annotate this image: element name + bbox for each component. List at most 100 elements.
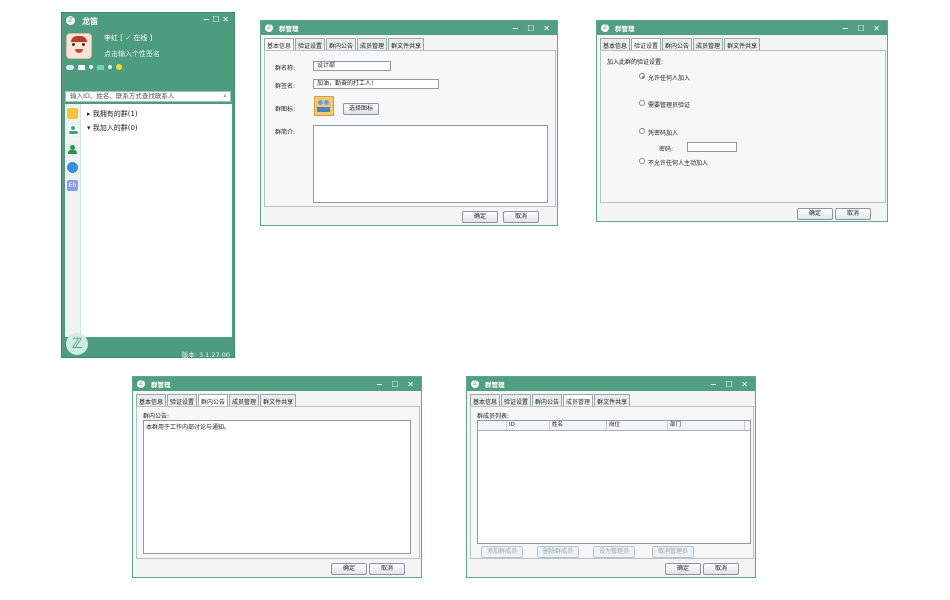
- app-logo-icon: ℤ: [66, 16, 75, 25]
- col-header-select[interactable]: [478, 421, 507, 430]
- password-input[interactable]: [687, 142, 737, 152]
- radio-label-allow-anyone[interactable]: 允许任何人加入: [648, 73, 690, 82]
- cancel-button[interactable]: 取消: [835, 208, 871, 220]
- search-icon[interactable]: ⌕: [223, 92, 227, 101]
- group-manage-dialog-notice: ℤ 群管理 − ☐ ✕ 基本信息 验证设置 群内公告 成员管理 群文件共享 群内…: [132, 376, 422, 578]
- ok-button[interactable]: 确定: [797, 208, 833, 220]
- group-tree-label[interactable]: 我加入的群(0): [93, 124, 138, 132]
- group-intro-label: 群简介:: [275, 129, 296, 136]
- chart-icon[interactable]: [97, 64, 104, 70]
- window-controls[interactable]: − ☐ ✕: [203, 15, 229, 24]
- member-list-heading: 群成员列表:: [477, 413, 510, 420]
- member-table[interactable]: ID 姓名 岗位 部门: [477, 420, 751, 544]
- history-icon[interactable]: [67, 162, 78, 173]
- cancel-button[interactable]: 取消: [703, 563, 739, 575]
- verify-heading: 加入此群的验证设置:: [607, 59, 664, 66]
- col-header-department[interactable]: 部门: [668, 421, 745, 430]
- location-icon[interactable]: [116, 64, 122, 70]
- notice-heading: 群内公告:: [143, 413, 170, 420]
- group-name-label: 群名称:: [275, 65, 296, 72]
- cancel-button[interactable]: 取消: [503, 211, 539, 223]
- main-client-window: ℤ 龙笛 − ☐ ✕ 李红 [ ✓ 在线 ] 点击输入个性签名 输入ID、姓名、…: [61, 12, 235, 359]
- dialog-titlebar: ℤ 群管理 − ☐ ✕: [597, 21, 887, 35]
- group-name-input[interactable]: 设计部: [313, 61, 391, 71]
- app-logo-icon: ℤ: [265, 24, 273, 32]
- revoke-admin-button[interactable]: 取消管理员: [652, 546, 694, 558]
- dialog-titlebar: ℤ 群管理 − ☐ ✕: [133, 377, 421, 391]
- ok-button[interactable]: 确定: [462, 211, 498, 223]
- tab-panel: 群成员列表: ID 姓名 岗位 部门 添加群成员 删除群成员 设为管理员 取消管…: [470, 406, 754, 559]
- version-label: 版本: 3.1.27.00: [181, 351, 230, 359]
- dialog-title: 群管理: [151, 381, 171, 389]
- cancel-button[interactable]: 取消: [369, 563, 405, 575]
- expand-arrow-icon[interactable]: ▸: [87, 110, 91, 118]
- status-close: ]: [149, 34, 153, 42]
- app-logo-icon: ℤ: [601, 24, 609, 32]
- more-icon[interactable]: [108, 65, 112, 69]
- col-header-position[interactable]: 岗位: [607, 421, 668, 430]
- radio-password-join[interactable]: [639, 128, 645, 134]
- collapse-arrow-icon[interactable]: ▾: [87, 124, 91, 132]
- status-text[interactable]: 在线: [133, 34, 147, 42]
- radio-label-admin-verify[interactable]: 需要管理员验证: [648, 100, 690, 109]
- apps-icon[interactable]: Eh: [67, 180, 78, 191]
- dialog-titlebar: ℤ 群管理 − ☐ ✕: [467, 377, 755, 391]
- window-controls[interactable]: − ☐ ✕: [376, 380, 417, 389]
- tab-panel: 群内公告: 本群用于工作内部讨论与通知。: [136, 406, 420, 559]
- status-open: [: [120, 34, 123, 42]
- col-header-id[interactable]: ID: [507, 421, 550, 430]
- group-manage-dialog-members: ℤ 群管理 − ☐ ✕ 基本信息 验证设置 群内公告 成员管理 群文件共享 群成…: [466, 376, 756, 578]
- dot-icon[interactable]: [89, 65, 93, 69]
- dialog-title: 群管理: [615, 25, 635, 33]
- add-member-button[interactable]: 添加群成员: [481, 546, 523, 558]
- group-signature-label: 群签名:: [275, 83, 296, 90]
- app-title: 龙笛: [82, 17, 98, 26]
- group-tree-label[interactable]: 我拥有的群(1): [93, 110, 138, 118]
- set-admin-button[interactable]: 设为管理员: [593, 546, 635, 558]
- ok-button[interactable]: 确定: [331, 563, 367, 575]
- mail-icon[interactable]: [78, 64, 85, 70]
- favorites-icon[interactable]: [67, 108, 78, 119]
- contact-panel: Eh ▸ 我拥有的群(1) ▾ 我加入的群(0): [65, 104, 232, 337]
- radio-label-no-join[interactable]: 不允许任何人主动加入: [648, 158, 708, 167]
- client-header: ℤ 龙笛 − ☐ ✕ 李红 [ ✓ 在线 ] 点击输入个性签名: [62, 13, 234, 73]
- window-controls[interactable]: − ☐ ✕: [842, 24, 883, 33]
- dialog-title: 群管理: [279, 25, 299, 33]
- signature-field[interactable]: 点击输入个性签名: [104, 49, 160, 59]
- group-icon[interactable]: [67, 124, 80, 137]
- window-controls[interactable]: − ☐ ✕: [710, 380, 751, 389]
- radio-allow-anyone[interactable]: [639, 73, 645, 79]
- group-manage-dialog-basic: ℤ 群管理 − ☐ ✕ 基本信息 验证设置 群内公告 成员管理 群文件共享 群名…: [260, 20, 558, 226]
- table-header: ID 姓名 岗位 部门: [478, 421, 750, 431]
- window-controls[interactable]: − ☐ ✕: [512, 24, 553, 33]
- radio-no-join[interactable]: [639, 158, 645, 164]
- group-tree-item-joined[interactable]: ▾ 我加入的群(0): [87, 123, 138, 133]
- radio-label-password-join[interactable]: 凭密码加入: [648, 128, 678, 137]
- group-manage-dialog-verify: ℤ 群管理 − ☐ ✕ 基本信息 验证设置 群内公告 成员管理 群文件共享 加入…: [596, 20, 888, 222]
- app-logo-icon: ℤ: [471, 380, 479, 388]
- radio-admin-verify[interactable]: [639, 100, 645, 106]
- dialog-titlebar: ℤ 群管理 − ☐ ✕: [261, 21, 557, 35]
- group-intro-textarea[interactable]: [313, 125, 548, 203]
- brand-logo-icon: ℤ: [66, 333, 88, 355]
- group-avatar-icon: [314, 96, 334, 116]
- tab-panel: 群名称: 设计部 群签名: 加油，勤奋的打工人! 群图标: 选择图标 群简介:: [264, 50, 556, 207]
- remove-member-button[interactable]: 删除群成员: [537, 546, 579, 558]
- app-logo-icon: ℤ: [137, 380, 145, 388]
- contacts-icon[interactable]: [67, 144, 78, 155]
- ok-button[interactable]: 确定: [665, 563, 701, 575]
- choose-icon-button[interactable]: 选择图标: [343, 103, 379, 115]
- status-check-icon: ✓: [125, 34, 132, 42]
- notice-textarea[interactable]: 本群用于工作内部讨论与通知。: [143, 420, 411, 554]
- side-rail: Eh: [65, 104, 81, 337]
- group-icon-label: 群图标:: [275, 106, 296, 113]
- col-header-name[interactable]: 姓名: [550, 421, 607, 430]
- password-label: 密码:: [659, 146, 674, 153]
- group-signature-input[interactable]: 加油，勤奋的打工人!: [313, 79, 439, 89]
- chat-icon[interactable]: [66, 64, 74, 70]
- contact-search-input[interactable]: 输入ID、姓名、联系方式查找联系人 ⌕: [65, 91, 231, 102]
- dialog-title: 群管理: [485, 381, 505, 389]
- group-tree-item-owned[interactable]: ▸ 我拥有的群(1): [87, 109, 138, 119]
- username[interactable]: 李红: [104, 34, 118, 42]
- avatar[interactable]: [66, 33, 92, 59]
